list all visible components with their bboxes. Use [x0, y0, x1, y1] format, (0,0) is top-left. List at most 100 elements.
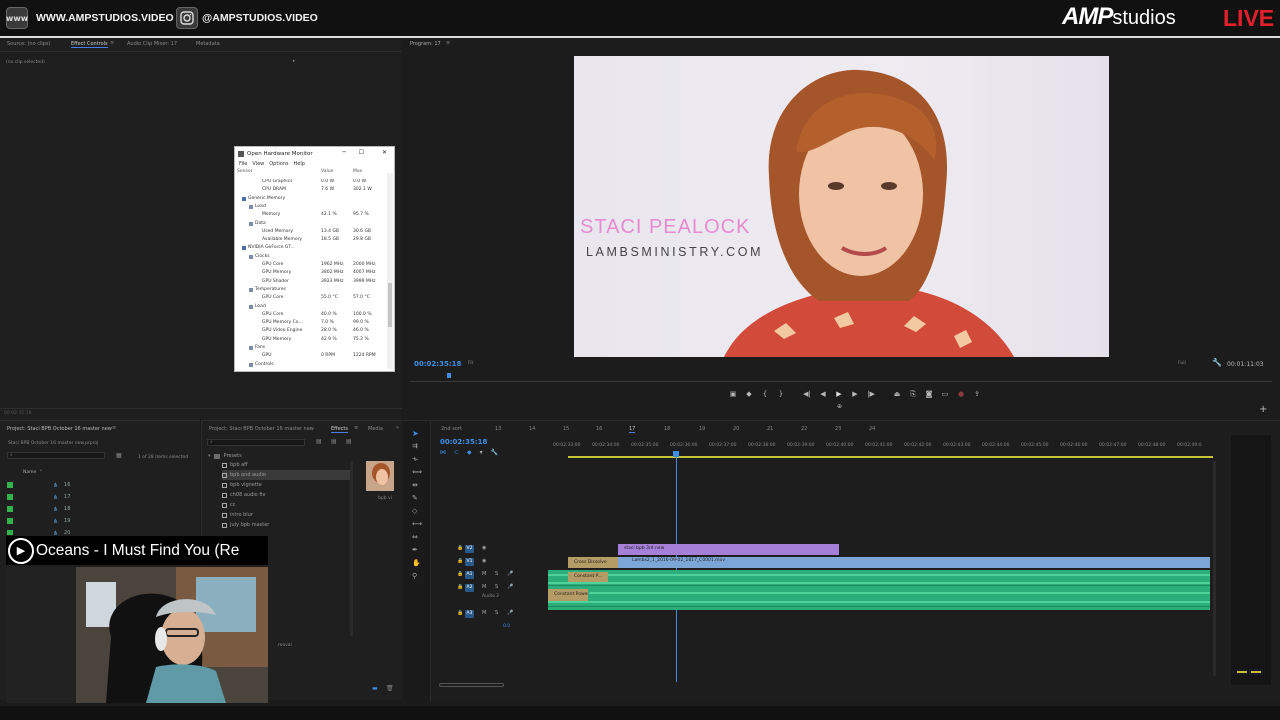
linked-selection-icon[interactable]: ⊂ — [454, 449, 459, 457]
track-select-tool-icon[interactable]: ⇉ — [412, 442, 418, 450]
effect-preset-item[interactable]: bpb vignette — [222, 480, 352, 490]
close-icon[interactable]: ✕ — [382, 149, 387, 156]
header-max[interactable]: Max — [353, 169, 362, 174]
lock-icon[interactable]: ⊕ — [837, 403, 842, 410]
sequence-tab[interactable]: 17 — [629, 426, 636, 433]
sequence-tab[interactable]: 19 — [699, 426, 705, 432]
track-mute-icon[interactable]: M — [482, 571, 486, 577]
go-to-out-icon[interactable]: |▶ — [865, 390, 877, 402]
menu-options[interactable]: Options — [269, 161, 288, 169]
project-item-row[interactable]: ⋔ 16 — [7, 479, 195, 491]
project-search-input[interactable]: ⌕ — [7, 452, 105, 459]
project-item-row[interactable]: ⋔ 20 — [7, 527, 195, 535]
add-marker-icon[interactable]: ▣ — [727, 390, 739, 402]
sequence-tab[interactable]: 13 — [495, 426, 501, 432]
step-forward-icon[interactable]: ▶ — [849, 390, 861, 402]
tab-metadata[interactable]: Metadata — [196, 41, 220, 47]
go-to-in-icon[interactable]: ◀| — [801, 390, 813, 402]
menu-view[interactable]: View — [252, 161, 264, 169]
trash-icon[interactable]: 🗑 — [386, 685, 394, 692]
sensor-row[interactable]: Controls — [235, 362, 387, 369]
32bit-effects-icon[interactable]: ▤ — [331, 438, 337, 445]
sensor-row[interactable]: Load — [235, 304, 387, 312]
mark-out-icon[interactable]: } — [775, 390, 787, 402]
video-clip[interactable]: Lambs2_1_2016-09-02_1817_C0001.mov — [568, 557, 1210, 568]
sequence-tab[interactable]: 22 — [801, 426, 807, 432]
constant-power-transition-1[interactable]: Constant P... — [568, 572, 608, 582]
sequence-tab[interactable]: 16 — [596, 426, 602, 432]
effects-tab-menu-icon[interactable]: ≡ — [354, 425, 358, 431]
program-timecode[interactable]: 00:02:35:18 — [414, 360, 461, 368]
master-level-value[interactable]: 0.0 — [503, 624, 510, 629]
hwmon-scrollbar[interactable] — [387, 173, 393, 369]
track-visibility-icon[interactable]: ◉ — [482, 558, 486, 564]
sensor-row[interactable]: NVIDIA GeForce GT... — [235, 245, 387, 253]
sensor-row[interactable]: GPU Core 55.0 °C 57.0 °C — [235, 295, 387, 303]
sequence-tab[interactable]: 14 — [529, 426, 535, 432]
effect-preset-item[interactable]: July bpb master — [222, 520, 352, 530]
project-item-row[interactable]: ⋔ 19 — [7, 515, 195, 527]
sensor-row[interactable]: CPU DRAM 7.6 W 302.1 W — [235, 187, 387, 195]
tab-effect-controls[interactable]: Effect Controls — [71, 41, 108, 48]
sequence-tab[interactable]: 21 — [767, 426, 773, 432]
sensor-row[interactable]: GPU Memory 3802 MHz 4007 MHz — [235, 270, 387, 278]
extract-icon[interactable]: ⎘ — [907, 390, 919, 402]
track-solo-icon[interactable]: S — [495, 584, 498, 590]
sensor-row[interactable]: GPU Core 40.0 % 100.0 % — [235, 312, 387, 320]
sensor-row[interactable]: Data — [235, 221, 387, 229]
sensor-row[interactable]: GPU Shader 3923 MHz 3999 MHz — [235, 279, 387, 287]
sensor-row[interactable]: Clocks — [235, 254, 387, 262]
effect-preset-item[interactable]: intro blur — [222, 510, 352, 520]
track-target-button[interactable]: A1 — [465, 571, 474, 579]
program-scrub-bar[interactable] — [410, 381, 1272, 382]
tab-media[interactable]: Media — [368, 426, 383, 432]
hand-tool-icon[interactable]: ✋ — [412, 559, 421, 567]
menu-help[interactable]: Help — [294, 161, 305, 169]
track-lock-icon[interactable]: 🔒 — [457, 558, 463, 564]
record-icon[interactable]: ● — [955, 390, 967, 402]
cross-dissolve-transition[interactable]: Cross Dissolve — [568, 557, 618, 568]
track-record-icon[interactable]: 🎤 — [507, 571, 513, 577]
tab-effects[interactable]: Effects — [331, 426, 348, 433]
track-lock-icon[interactable]: 🔒 — [457, 610, 463, 616]
pen-icon[interactable]: ✒ — [412, 546, 418, 554]
track-target-button[interactable]: V1 — [465, 558, 474, 566]
track-mute-icon[interactable]: M — [482, 584, 486, 590]
track-solo-icon[interactable]: S — [495, 571, 498, 577]
slide-tool-icon[interactable]: ⇔ — [412, 533, 418, 541]
sensor-row[interactable]: GPU Video Engine 28.0 % 46.0 % — [235, 328, 387, 336]
name-column-header[interactable]: Name ⌃ — [7, 469, 195, 477]
track-solo-icon[interactable]: S — [495, 610, 498, 616]
sort-ascending-icon[interactable]: ⌃ — [39, 470, 43, 475]
constant-power-transition-2[interactable]: Constant Power — [548, 589, 589, 601]
razor-tool-icon[interactable]: ◇ — [412, 507, 417, 515]
menu-file[interactable]: File — [239, 161, 247, 169]
track-target-button[interactable]: A2 — [465, 584, 474, 592]
effect-preset-item[interactable]: bpb end audio — [222, 470, 352, 480]
track-lock-icon[interactable]: 🔒 — [457, 571, 463, 577]
time-ruler[interactable]: 00:02:33:00 00:02:34:00 00:02:35:00 00:02:3… — [553, 443, 1213, 455]
slip-tool-icon[interactable]: ⟷ — [412, 520, 422, 528]
header-value[interactable]: Value — [321, 169, 333, 174]
wrench-icon[interactable]: 🔧 — [1212, 358, 1222, 367]
yuv-effects-icon[interactable]: ▤ — [346, 438, 352, 445]
title-clip[interactable]: staci bpb 3rd new — [618, 544, 839, 555]
lift-icon[interactable]: ⏏ — [891, 390, 903, 402]
add-marker-timeline-icon[interactable]: ◆ — [467, 449, 472, 457]
marker-icon[interactable]: ◆ — [743, 390, 755, 402]
panel-arrow-icon[interactable]: ▸ — [293, 59, 295, 64]
sensor-row[interactable]: Used Memory 13.4 GB 30.6 GB — [235, 229, 387, 237]
rolling-edit-tool-icon[interactable]: ⟺ — [412, 468, 422, 476]
timeline-zoom-scrollbar[interactable] — [439, 683, 504, 687]
work-area-bar[interactable] — [568, 456, 1213, 458]
track-target-button[interactable]: A3 — [465, 610, 474, 618]
track-visibility-icon[interactable]: ◉ — [482, 545, 486, 551]
project-item-row[interactable]: ⋔ 17 — [7, 491, 195, 503]
mark-in-icon[interactable]: { — [759, 390, 771, 402]
selection-tool-icon[interactable]: ➤ — [412, 429, 419, 438]
sequence-tab[interactable]: 20 — [733, 426, 739, 432]
effects-search-input[interactable]: ⌕ — [207, 439, 305, 446]
new-folder-icon[interactable]: ▬ — [372, 685, 378, 692]
sensor-row[interactable]: Generic Memory — [235, 196, 387, 204]
timeline-timecode[interactable]: 00:02:35:18 — [440, 438, 487, 446]
